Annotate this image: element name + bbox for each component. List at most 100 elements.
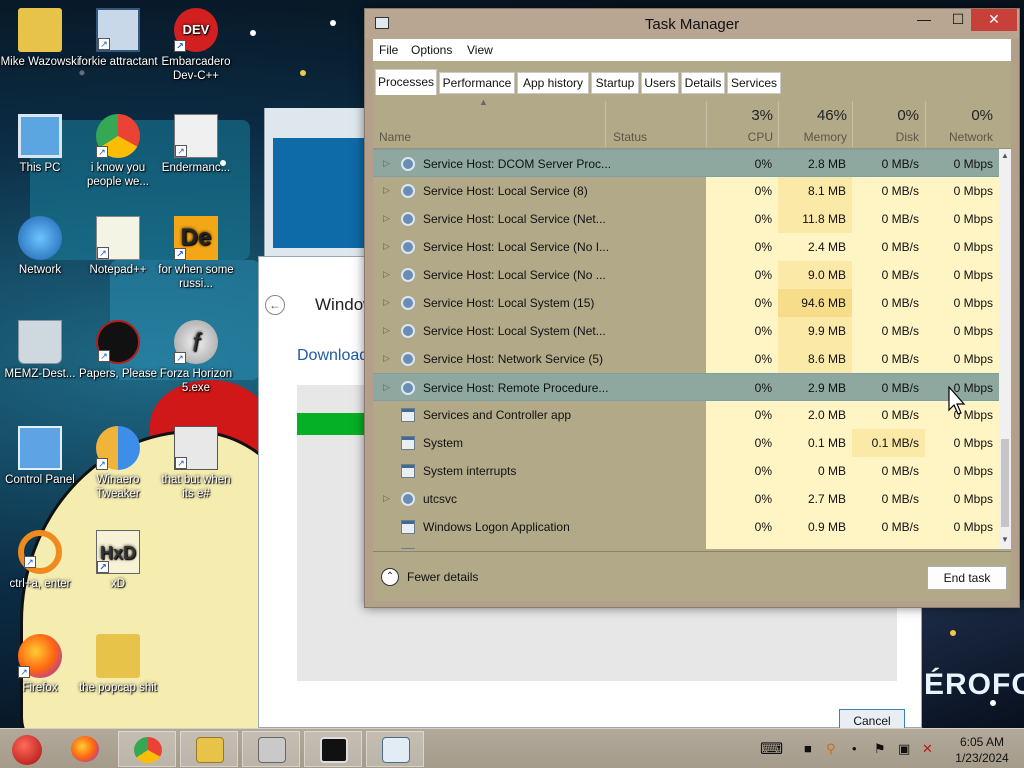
process-row[interactable]: ▷ Service Host: Local System (Net... 0% 9.9… — [373, 317, 999, 345]
desktop-icon[interactable]: Control Panel — [0, 426, 80, 487]
desktop-icon[interactable]: This PC — [0, 114, 80, 175]
tab-details[interactable]: Details — [681, 72, 725, 94]
menu-view[interactable]: View — [467, 43, 493, 57]
maximize-button[interactable]: ☐ — [941, 9, 975, 31]
video-app-icon — [320, 737, 348, 763]
expand-chevron-icon[interactable]: ▷ — [383, 325, 390, 336]
tablet-icon[interactable]: ■ — [804, 741, 812, 756]
process-row[interactable]: ▷ Service Host: DCOM Server Proc... 0% 2.8 … — [373, 149, 999, 177]
menu-options[interactable]: Options — [411, 43, 452, 57]
desktop-icon[interactable]: Mike Wazowski — [0, 8, 80, 69]
process-row[interactable]: Windows Logon Application 0% 0.9 MB 0 MB/s 0… — [373, 513, 999, 541]
column-network-percent[interactable]: 0% — [929, 107, 993, 124]
desktop-icon[interactable]: ↗ ctrl+a, enter — [0, 530, 80, 591]
scroll-thumb[interactable] — [1001, 439, 1009, 527]
expand-chevron-icon[interactable]: ▷ — [383, 297, 390, 308]
process-row[interactable]: ▷ Service Host: Local Service (Net... 0% 11… — [373, 205, 999, 233]
title-bar[interactable]: Task Manager — ☐ ✕ — [365, 9, 1019, 39]
process-name: Windows Session Manager — [423, 548, 568, 549]
app-window-icon — [401, 520, 415, 534]
process-row[interactable]: Windows Session Manager 0% 0.2 MB 0 MB/s 0 M… — [373, 541, 999, 549]
tab-performance[interactable]: Performance — [439, 72, 515, 94]
menu-file[interactable]: File — [379, 43, 398, 57]
search-icon[interactable]: ⚲ — [826, 741, 836, 757]
expand-chevron-icon[interactable]: ▷ — [383, 493, 390, 504]
expand-chevron-icon[interactable]: ▷ — [383, 269, 390, 280]
keyboard-icon[interactable]: ⌨ — [760, 739, 783, 759]
desktop-icon[interactable]: ↗ Winaero Tweaker — [78, 426, 158, 501]
process-row[interactable]: ▷ Service Host: Local System (15) 0% 94.6 M… — [373, 289, 999, 317]
expand-chevron-icon[interactable]: ▷ — [383, 241, 390, 252]
notification-dot-icon[interactable]: • — [852, 741, 857, 756]
back-arrow-icon[interactable]: ← — [265, 295, 285, 315]
desktop-icon[interactable]: ↗ Papers, Please — [78, 320, 158, 381]
column-name[interactable]: Name — [379, 130, 411, 144]
desktop-icon[interactable]: Network — [0, 216, 80, 277]
chevron-up-icon[interactable]: ⌃ — [381, 568, 399, 586]
clock-time[interactable]: 6:05 AM — [952, 735, 1012, 749]
end-task-button[interactable]: End task — [927, 566, 1007, 590]
process-row[interactable]: Services and Controller app 0% 2.0 MB 0 MB/… — [373, 401, 999, 429]
tab-users[interactable]: Users — [641, 72, 679, 94]
column-memory-percent[interactable]: 46% — [781, 107, 847, 124]
process-row[interactable]: ▷ Service Host: Local Service (No ... 0% 9.… — [373, 261, 999, 289]
start-button[interactable] — [0, 731, 56, 767]
column-cpu-percent[interactable]: 3% — [713, 107, 773, 124]
column-disk-percent[interactable]: 0% — [855, 107, 919, 124]
process-row[interactable]: ▷ utcsvc 0% 2.7 MB 0 MB/s 0 Mbps — [373, 485, 999, 513]
fewer-details-link[interactable]: Fewer details — [407, 570, 478, 584]
desktop-icon[interactable]: ↗ Firefox — [0, 634, 80, 695]
column-cpu[interactable]: CPU — [713, 130, 773, 144]
task-manager-window[interactable]: Task Manager — ☐ ✕ File Options View Pro… — [364, 8, 1020, 608]
network-tray-icon[interactable]: ▣ — [898, 741, 910, 757]
close-button[interactable]: ✕ — [971, 9, 1017, 31]
desktop-icon[interactable]: the popcap shit — [78, 634, 158, 695]
desktop-icon[interactable]: ↗ Notepad++ — [78, 216, 158, 277]
flag-icon[interactable]: ⚑ — [874, 741, 886, 757]
taskbar-chrome[interactable] — [118, 731, 176, 767]
column-status[interactable]: Status — [613, 130, 647, 144]
process-row[interactable]: System 0% 0.1 MB 0.1 MB/s 0 Mbps — [373, 429, 999, 457]
column-network[interactable]: Network — [929, 130, 993, 144]
taskbar-installer[interactable] — [242, 731, 300, 767]
tab-app-history[interactable]: App history — [517, 72, 589, 94]
process-cpu: 0% — [754, 436, 772, 450]
desktop-icon[interactable]: f ↗ Forza Horizon 5.exe — [156, 320, 236, 395]
process-row[interactable]: System interrupts 0% 0 MB 0 MB/s 0 Mbps — [373, 457, 999, 485]
desktop-icon[interactable]: ↗ Endermanc... — [156, 114, 236, 175]
taskbar-task-manager[interactable] — [366, 731, 424, 767]
expand-chevron-icon[interactable]: ▷ — [383, 185, 390, 196]
taskbar-video-app[interactable] — [304, 731, 362, 767]
minimize-button[interactable]: — — [907, 9, 941, 31]
desktop-icon[interactable]: ↗ forkie attractant — [78, 8, 158, 69]
process-row[interactable]: ▷ Service Host: Remote Procedure... 0% 2.9 … — [373, 373, 999, 401]
process-disk: 0 MB/s — [881, 324, 919, 338]
clock-date[interactable]: 1/23/2024 — [952, 751, 1012, 765]
vertical-scrollbar[interactable]: ▲ ▼ — [999, 149, 1011, 549]
scroll-up-icon[interactable]: ▲ — [1000, 151, 1010, 160]
taskbar-firefox[interactable] — [56, 731, 114, 767]
expand-chevron-icon[interactable]: ▷ — [383, 353, 390, 364]
app-window-icon — [401, 408, 415, 422]
tab-services[interactable]: Services — [727, 72, 781, 94]
desktop-icon[interactable]: De ↗ for when some russi... — [156, 216, 236, 291]
scroll-down-icon[interactable]: ▼ — [1000, 535, 1010, 544]
process-row[interactable]: ▷ Service Host: Local Service (8) 0% 8.1 MB… — [373, 177, 999, 205]
volume-muted-icon[interactable]: ✕ — [922, 741, 933, 757]
taskbar-file-explorer[interactable] — [180, 731, 238, 767]
desktop-icon[interactable]: ↗ that but when its e# — [156, 426, 236, 501]
desktop-icon[interactable]: HxD ↗ xD — [78, 530, 158, 591]
process-list[interactable]: ▷ Service Host: DCOM Server Proc... 0% 2.8 … — [373, 149, 999, 549]
process-row[interactable]: ▷ Service Host: Network Service (5) 0% 8.6 … — [373, 345, 999, 373]
tab-processes[interactable]: Processes — [375, 69, 437, 95]
expand-chevron-icon[interactable]: ▷ — [383, 382, 390, 393]
desktop-icon[interactable]: ↗ i know you people we... — [78, 114, 158, 189]
desktop-icon[interactable]: DEV ↗ Embarcadero Dev-C++ — [156, 8, 236, 83]
expand-chevron-icon[interactable]: ▷ — [383, 158, 390, 169]
expand-chevron-icon[interactable]: ▷ — [383, 213, 390, 224]
desktop-icon[interactable]: MEMZ-Dest... — [0, 320, 80, 381]
column-memory[interactable]: Memory — [781, 130, 847, 144]
tab-startup[interactable]: Startup — [591, 72, 639, 94]
process-row[interactable]: ▷ Service Host: Local Service (No I... 0% 2… — [373, 233, 999, 261]
column-disk[interactable]: Disk — [855, 130, 919, 144]
